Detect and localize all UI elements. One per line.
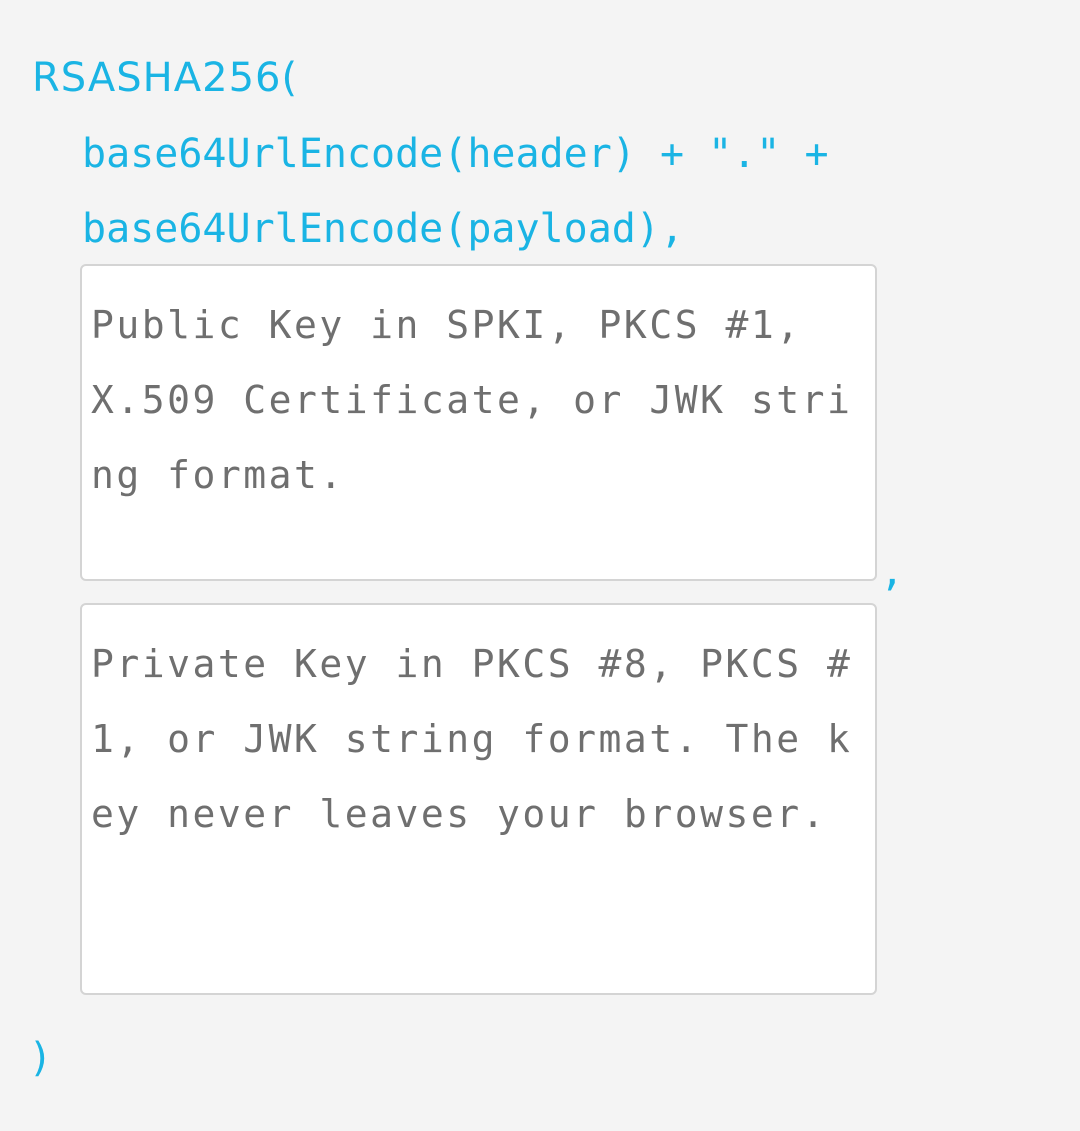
payload-encode-line: base64UrlEncode(payload),: [82, 206, 685, 252]
public-key-input[interactable]: [80, 264, 877, 581]
argument-separator: ,: [880, 549, 905, 595]
header-encode-line: base64UrlEncode(header) + "." +: [82, 131, 829, 177]
private-key-input[interactable]: [80, 603, 877, 995]
function-open: RSASHA256(: [32, 55, 299, 101]
function-close: ): [32, 1035, 48, 1081]
